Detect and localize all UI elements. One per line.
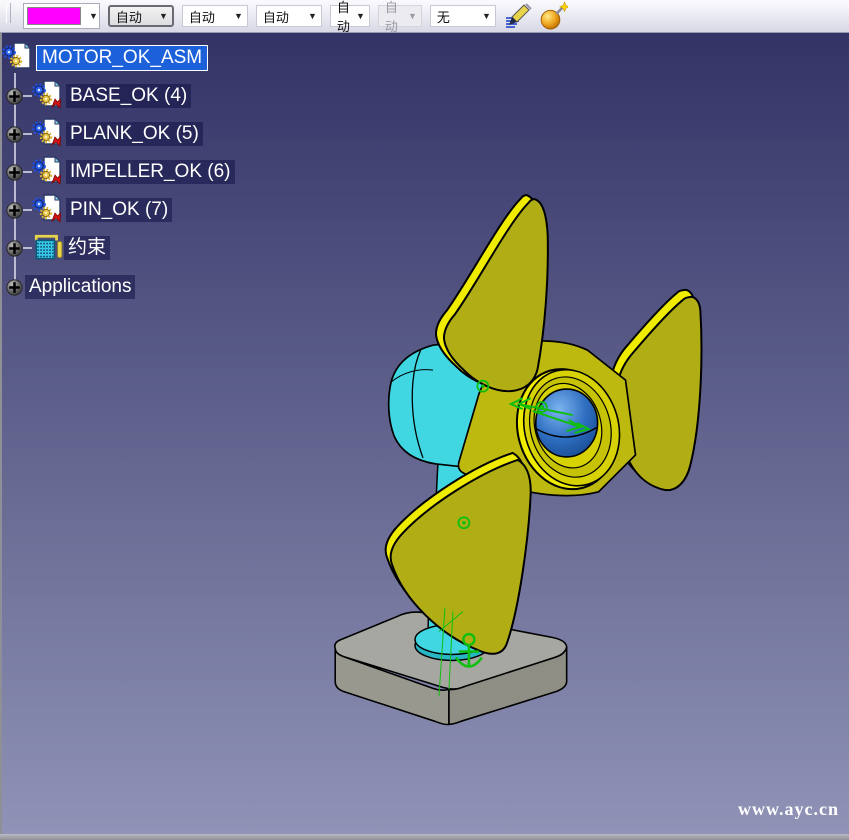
tree-connector xyxy=(23,209,32,211)
combo-symbol[interactable]: 自动 ▼ xyxy=(256,5,322,27)
expand-plus-icon[interactable] xyxy=(6,240,23,257)
tree-item-root[interactable]: MOTOR_OK_ASM xyxy=(2,41,208,75)
combo-value: 自动 xyxy=(385,0,402,35)
specification-tree: MOTOR_OK_ASM BASE_OK (4) PLANK_OK (5) IM… xyxy=(2,33,322,313)
window-bottom-edge xyxy=(0,834,849,840)
tree-item-label[interactable]: PLANK_OK (5) xyxy=(66,122,203,146)
tree-item-label[interactable]: PIN_OK (7) xyxy=(66,198,172,222)
combo-thickness[interactable]: 自动 ▼ xyxy=(182,5,248,27)
tree-item-label[interactable]: IMPELLER_OK (6) xyxy=(66,160,235,184)
chevron-down-icon: ▼ xyxy=(234,11,243,21)
part-icon[interactable] xyxy=(32,80,64,112)
color-picker[interactable]: ▼ xyxy=(23,3,100,29)
tree-connector xyxy=(23,247,32,249)
combo-value: 无 xyxy=(437,7,450,26)
combo-value: 自动 xyxy=(263,7,289,26)
catia-window: ▼ 自动 ▼ 自动 ▼ 自动 ▼ 自动 ▼ 自动 ▼ 无 ▼ xyxy=(0,0,849,840)
chevron-down-icon: ▼ xyxy=(308,11,317,21)
wizard-icon[interactable] xyxy=(540,3,568,29)
expand-plus-icon[interactable] xyxy=(6,164,23,181)
expand-plus-icon[interactable] xyxy=(6,279,23,296)
tree-item-label[interactable]: 约束 xyxy=(64,236,110,260)
tree-connector xyxy=(23,171,32,173)
tree-connector xyxy=(23,95,32,97)
combo-layer[interactable]: 无 ▼ xyxy=(430,5,496,27)
viewport-3d[interactable]: MOTOR_OK_ASM BASE_OK (4) PLANK_OK (5) IM… xyxy=(0,33,849,834)
graphic-properties-toolbar: ▼ 自动 ▼ 自动 ▼ 自动 ▼ 自动 ▼ 自动 ▼ 无 ▼ xyxy=(0,0,849,33)
tree-item-label[interactable]: Applications xyxy=(25,275,135,299)
expand-plus-icon[interactable] xyxy=(6,88,23,105)
part-icon[interactable] xyxy=(32,118,64,150)
combo-value: 自动 xyxy=(189,7,215,26)
chevron-down-icon: ▼ xyxy=(356,11,365,21)
expand-plus-icon[interactable] xyxy=(6,126,23,143)
combo-linetype[interactable]: 自动 ▼ xyxy=(108,5,174,27)
chevron-down-icon: ▼ xyxy=(159,11,168,21)
combo-value: 自动 xyxy=(337,0,350,35)
tree-item-plank[interactable]: PLANK_OK (5) xyxy=(2,117,203,151)
chevron-down-icon[interactable]: ▼ xyxy=(89,11,98,21)
painter-icon[interactable] xyxy=(504,3,532,29)
combo-render-style[interactable]: 自动 ▼ xyxy=(330,5,370,27)
watermark: www.ayc.cn xyxy=(738,799,839,820)
part-icon[interactable] xyxy=(32,194,64,226)
combo-disabled: 自动 ▼ xyxy=(378,5,422,27)
tree-item-label[interactable]: BASE_OK (4) xyxy=(66,84,191,108)
tree-item-pin[interactable]: PIN_OK (7) xyxy=(2,193,172,227)
expand-plus-icon[interactable] xyxy=(6,202,23,219)
fan-blade-top[interactable] xyxy=(436,195,548,391)
tree-item-applications[interactable]: Applications xyxy=(2,270,135,304)
constraints-icon[interactable] xyxy=(32,233,62,263)
tree-item-constraints[interactable]: 约束 xyxy=(2,231,110,265)
tree-item-label[interactable]: MOTOR_OK_ASM xyxy=(36,45,208,71)
chevron-down-icon: ▼ xyxy=(482,11,491,21)
part-icon[interactable] xyxy=(32,156,64,188)
tree-item-base[interactable]: BASE_OK (4) xyxy=(2,79,191,113)
combo-value: 自动 xyxy=(116,7,142,26)
tree-item-impeller[interactable]: IMPELLER_OK (6) xyxy=(2,155,235,189)
toolbar-grip[interactable] xyxy=(6,3,11,23)
tree-connector xyxy=(23,133,32,135)
chevron-down-icon: ▼ xyxy=(408,11,417,21)
product-icon[interactable] xyxy=(2,42,34,74)
color-swatch xyxy=(27,7,81,25)
